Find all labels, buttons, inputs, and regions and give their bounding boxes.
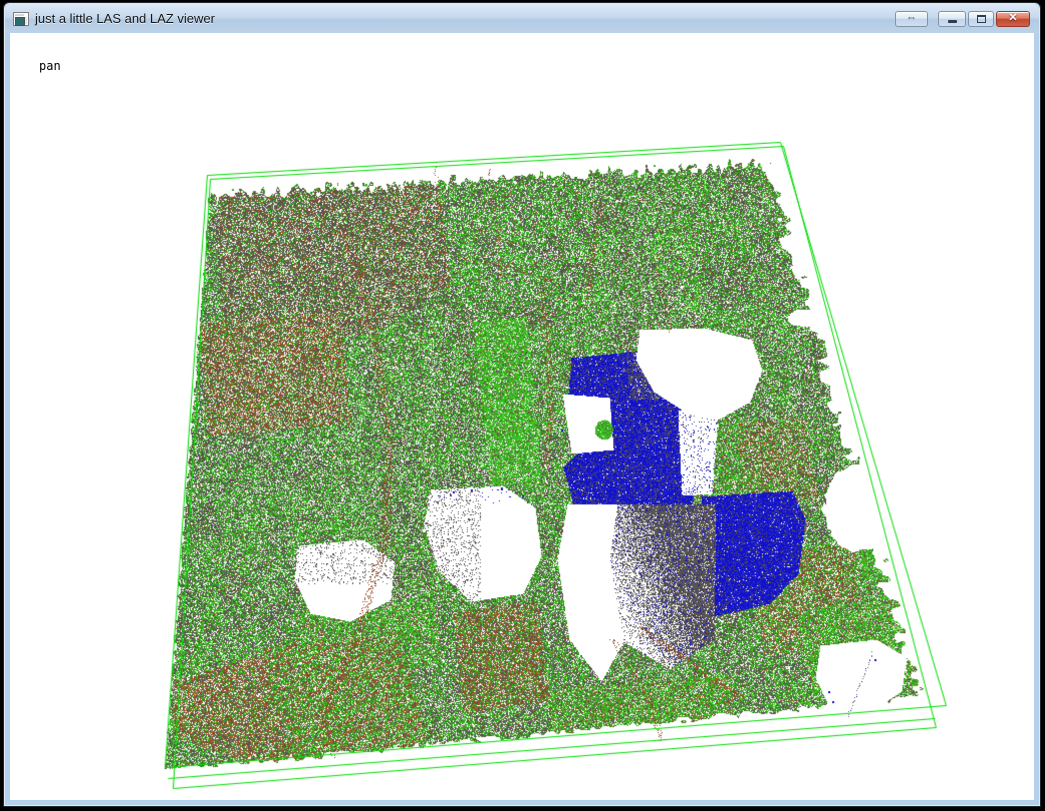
app-window: just a little LAS and LAZ viewer ⇔ ✕ pan [3,2,1041,807]
resize-button[interactable]: ⇔ [895,11,928,27]
viewer-client-area: pan [10,33,1034,800]
point-cloud-canvas[interactable] [10,33,1034,800]
minimize-icon [948,20,957,23]
app-icon [13,12,29,26]
title-bar[interactable]: just a little LAS and LAZ viewer ⇔ ✕ [5,4,1039,33]
interaction-mode-label: pan [39,59,61,73]
window-title: just a little LAS and LAZ viewer [35,11,215,26]
maximize-icon [977,15,986,23]
resize-icon: ⇔ [906,13,917,24]
maximize-button[interactable] [968,11,994,27]
minimize-button[interactable] [938,11,966,27]
close-button[interactable]: ✕ [996,11,1030,27]
window-controls: ⇔ ✕ [895,11,1030,27]
close-icon: ✕ [1008,13,1017,24]
